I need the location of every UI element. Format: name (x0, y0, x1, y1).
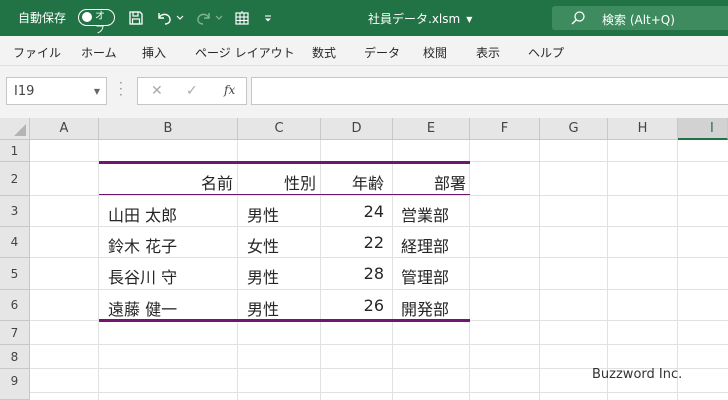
search-label: 検索 (Alt+Q) (602, 13, 675, 27)
undo-icon[interactable] (154, 8, 174, 28)
tab-home[interactable]: ホーム (81, 44, 117, 61)
tab-file[interactable]: ファイル (13, 44, 61, 61)
tab-view[interactable]: 表示 (476, 44, 500, 61)
column-header-b[interactable]: B (99, 118, 238, 140)
gridline (607, 140, 608, 400)
search-box[interactable]: 検索 (Alt+Q) (552, 6, 728, 30)
formula-bar-area: I19 ▼ · · · ✕ ✓ fx (0, 66, 728, 118)
toggle-knob (82, 12, 92, 22)
row-header-1[interactable]: 1 (0, 140, 30, 162)
insert-function-button[interactable]: fx (224, 83, 235, 97)
table-cell-age[interactable]: 22 (321, 233, 384, 252)
table-header-gender[interactable]: 性別 (238, 170, 316, 194)
table-header-name[interactable]: 名前 (99, 170, 233, 194)
column-header-a[interactable]: A (30, 118, 99, 140)
ribbon-tabs: ファイル ホーム 挿入 ページ レイアウト 数式 データ 校閲 表示 ヘルプ (0, 36, 728, 66)
table-cell-name[interactable]: 長谷川 守 (108, 264, 177, 288)
save-icon[interactable] (126, 8, 146, 28)
table-header-department[interactable]: 部署 (393, 170, 466, 194)
customize-toolbar-icon[interactable] (261, 8, 275, 28)
column-header-h[interactable]: H (608, 118, 678, 140)
table-cell-age[interactable]: 24 (321, 202, 384, 221)
gridline (539, 140, 540, 400)
table-cell-age[interactable]: 26 (321, 296, 384, 315)
cancel-icon[interactable]: ✕ (151, 83, 163, 99)
column-header-i[interactable]: I (678, 118, 728, 140)
tab-page-layout[interactable]: ページ レイアウト (195, 44, 295, 61)
gridline (30, 392, 728, 393)
tab-help[interactable]: ヘルプ (528, 44, 564, 61)
row-header-5[interactable]: 5 (0, 258, 30, 290)
tab-data[interactable]: データ (364, 44, 400, 61)
table-cell-department[interactable]: 管理部 (401, 264, 449, 288)
table-cell-department[interactable]: 開発部 (401, 296, 449, 320)
autosave-label: 自動保存 (18, 11, 67, 25)
form-icon[interactable] (232, 8, 252, 28)
row-header-4[interactable]: 4 (0, 227, 30, 258)
column-header-d[interactable]: D (321, 118, 393, 140)
table-top-border (99, 161, 470, 164)
column-header-f[interactable]: F (470, 118, 540, 140)
autosave-toggle-label: オフ (95, 11, 105, 36)
row-header-9[interactable]: 9 (0, 369, 30, 400)
row-header-8[interactable]: 8 (0, 345, 30, 369)
spreadsheet-grid: A B C D E F G H I 1 2 3 4 5 6 7 8 9 名前 性… (0, 118, 728, 400)
more-options-icon[interactable]: · · · (119, 77, 123, 101)
table-cell-gender[interactable]: 男性 (247, 264, 279, 288)
table-cell-department[interactable]: 経理部 (401, 233, 449, 257)
gridline (30, 289, 728, 290)
watermark: Buzzword Inc. (592, 367, 683, 382)
table-cell-age[interactable]: 28 (321, 264, 384, 283)
table-cell-name[interactable]: 山田 太郎 (108, 202, 177, 226)
row-header-6[interactable]: 6 (0, 290, 30, 321)
tab-insert[interactable]: 挿入 (142, 44, 166, 61)
table-cell-name[interactable]: 遠藤 健一 (108, 296, 177, 320)
table-header-border (99, 194, 470, 195)
gridline (469, 140, 470, 400)
name-box[interactable]: I19 ▼ (6, 77, 107, 105)
table-cell-department[interactable]: 営業部 (401, 202, 449, 226)
gridline (677, 140, 678, 400)
gridline (30, 195, 728, 196)
table-cell-name[interactable]: 鈴木 花子 (108, 233, 177, 257)
enter-icon[interactable]: ✓ (186, 83, 198, 99)
table-cell-gender[interactable]: 女性 (247, 233, 279, 257)
file-title[interactable]: 社員データ.xlsm ▼ (368, 10, 472, 27)
autosave-toggle[interactable]: オフ (78, 9, 115, 36)
chevron-down-icon[interactable]: ▼ (94, 87, 100, 96)
select-all-triangle-icon (14, 124, 26, 136)
gridline (30, 344, 728, 345)
redo-icon (194, 8, 214, 28)
row-header-3[interactable]: 3 (0, 196, 30, 227)
gridline (30, 257, 728, 258)
table-header-age[interactable]: 年齢 (321, 170, 384, 194)
formula-buttons: ✕ ✓ fx (137, 77, 247, 105)
chevron-down-icon: ▼ (466, 15, 473, 24)
file-name: 社員データ.xlsm (368, 12, 461, 26)
table-cell-gender[interactable]: 男性 (247, 296, 279, 320)
column-header-e[interactable]: E (393, 118, 470, 140)
gridline (30, 226, 728, 227)
redo-dropdown-icon (214, 8, 224, 28)
search-icon (570, 10, 586, 30)
select-all-button[interactable] (0, 118, 30, 140)
title-bar: 自動保存 オフ 社員データ.xlsm ▼ 検索 (Alt+Q) (0, 0, 728, 36)
column-header-c[interactable]: C (238, 118, 321, 140)
row-header-7[interactable]: 7 (0, 321, 30, 345)
formula-input[interactable] (251, 77, 728, 105)
table-cell-gender[interactable]: 男性 (247, 202, 279, 226)
column-header-g[interactable]: G (540, 118, 608, 140)
row-header-2[interactable]: 2 (0, 162, 30, 196)
tab-review[interactable]: 校閲 (423, 44, 447, 61)
undo-dropdown-icon[interactable] (175, 8, 185, 28)
name-box-value: I19 (14, 84, 35, 99)
tab-formulas[interactable]: 数式 (312, 44, 336, 61)
